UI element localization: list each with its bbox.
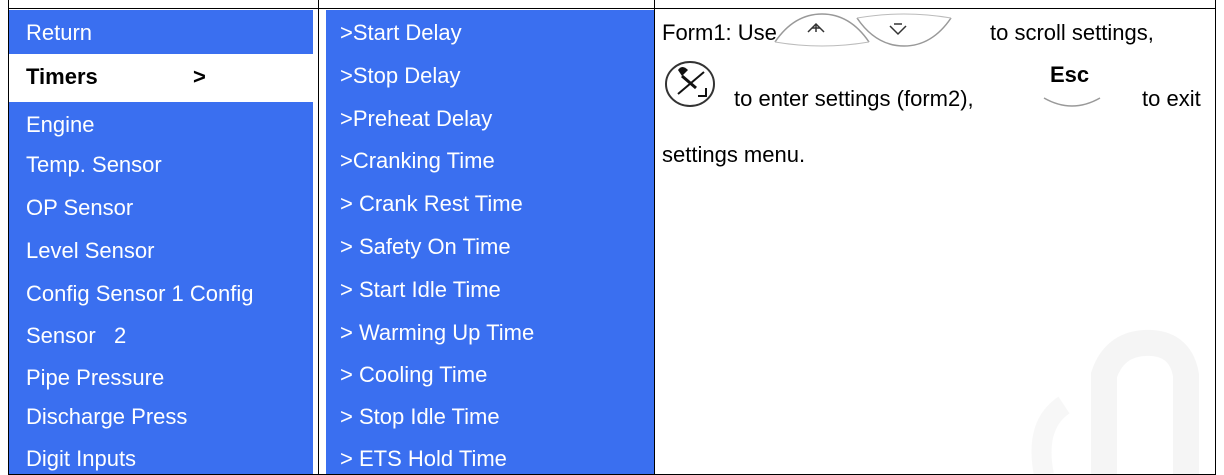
watermark-graphic bbox=[1031, 329, 1199, 475]
grid-line bbox=[654, 0, 655, 475]
instructions-column: Form1: Use to scroll settings, to enter … bbox=[654, 0, 1224, 475]
submenu-item-cooling-time[interactable]: > Cooling Time bbox=[340, 362, 487, 388]
grid-line bbox=[8, 8, 1216, 9]
enter-key-icon bbox=[665, 61, 715, 107]
submenu-item-ets-hold-time[interactable]: > ETS Hold Time bbox=[340, 446, 507, 472]
submenu-item-stop-idle-time[interactable]: > Stop Idle Time bbox=[340, 404, 500, 430]
menu-item-engine[interactable]: Engine bbox=[26, 112, 95, 138]
instructions-line2-start: to enter settings (form2), bbox=[734, 86, 974, 111]
menu-item-discharge-press[interactable]: Discharge Press bbox=[26, 404, 187, 430]
down-key-icon bbox=[856, 13, 952, 47]
menu-item-temp-sensor[interactable]: Temp. Sensor bbox=[26, 152, 162, 178]
esc-key-label: Esc bbox=[1050, 62, 1090, 87]
menu-item-pipe-pressure[interactable]: Pipe Pressure bbox=[26, 365, 164, 391]
menu-item-return[interactable]: Return bbox=[26, 20, 92, 46]
instructions-line3: settings menu. bbox=[662, 142, 806, 167]
menu-item-sensor-2[interactable]: Sensor 2 bbox=[26, 323, 126, 349]
submenu-item-safety-on-time[interactable]: > Safety On Time bbox=[340, 234, 511, 260]
submenu-item-start-idle-time[interactable]: > Start Idle Time bbox=[340, 277, 501, 303]
selected-menu-arrow: > bbox=[193, 64, 206, 89]
selected-menu-label: Timers bbox=[26, 64, 98, 89]
menu-item-op-sensor[interactable]: OP Sensor bbox=[26, 195, 133, 221]
submenu-item-start-delay[interactable]: >Start Delay bbox=[340, 20, 462, 46]
submenu-item-stop-delay[interactable]: >Stop Delay bbox=[340, 63, 460, 89]
instructions-line1-end: to scroll settings, bbox=[990, 20, 1154, 45]
instructions-line2-end: to exit bbox=[1142, 86, 1201, 111]
submenu-item-preheat-delay[interactable]: >Preheat Delay bbox=[340, 106, 492, 132]
submenu-item-crank-rest-time[interactable]: > Crank Rest Time bbox=[340, 191, 523, 217]
grid-line bbox=[1215, 0, 1216, 475]
main-menu-column: Timers > Return Engine Temp. Sensor OP S… bbox=[0, 0, 318, 475]
grid-line bbox=[8, 0, 9, 475]
menu-item-digit-inputs[interactable]: Digit Inputs bbox=[26, 446, 136, 472]
menu-item-config-sensor-1[interactable]: Config Sensor 1 Config bbox=[26, 281, 253, 307]
grid-line bbox=[318, 0, 319, 475]
submenu-item-cranking-time[interactable]: >Cranking Time bbox=[340, 148, 495, 174]
esc-key-icon: Esc bbox=[1040, 58, 1104, 108]
submenu-item-warming-up-time[interactable]: > Warming Up Time bbox=[340, 320, 534, 346]
submenu-column: >Start Delay >Stop Delay >Preheat Delay … bbox=[318, 0, 654, 475]
instructions-line1-start: Form1: Use bbox=[662, 20, 777, 45]
menu-item-level-sensor[interactable]: Level Sensor bbox=[26, 238, 154, 264]
